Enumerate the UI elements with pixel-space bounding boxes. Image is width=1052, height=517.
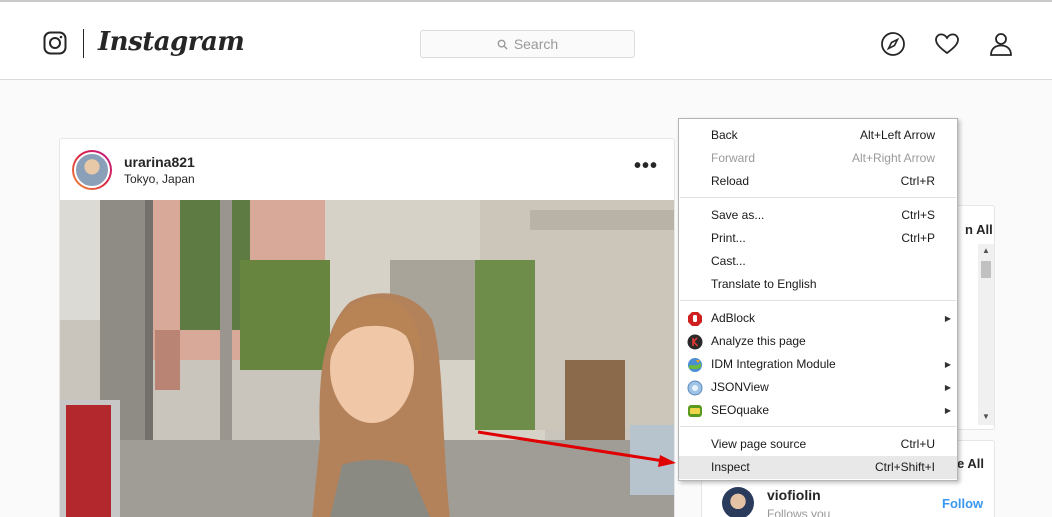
follow-button[interactable]: Follow (942, 496, 983, 511)
menu-label: View page source (711, 437, 807, 451)
menu-item-adblock[interactable]: AdBlock ▶ (679, 307, 957, 330)
browser-context-menu: Back Alt+Left Arrow Forward Alt+Right Ar… (678, 118, 958, 481)
menu-label: SEOquake (711, 403, 770, 417)
suggestions-see-all-link[interactable]: e All (957, 456, 984, 471)
k-circle-icon (687, 334, 703, 350)
scroll-down-icon[interactable]: ▼ (978, 410, 994, 424)
triangle-right-icon: ▶ (944, 360, 951, 369)
menu-label: Inspect (711, 460, 750, 474)
menu-shortcut: Ctrl+R (900, 174, 935, 188)
menu-label: Save as... (711, 208, 765, 222)
instagram-wordmark[interactable]: Instagram (98, 27, 245, 57)
logo-divider (83, 29, 84, 58)
menu-shortcut: Ctrl+Shift+I (874, 460, 935, 474)
heart-icon[interactable] (934, 31, 960, 57)
scroll-up-icon[interactable]: ▲ (978, 244, 994, 258)
menu-label: AdBlock (711, 311, 756, 325)
menu-shortcut: Ctrl+S (901, 208, 935, 222)
menu-item-cast[interactable]: Cast... (679, 250, 957, 273)
menu-label: Reload (711, 174, 750, 188)
menu-label: Back (711, 128, 738, 142)
search-placeholder: Search (513, 36, 559, 52)
menu-label: Analyze this page (711, 334, 806, 348)
top-navigation-bar: Instagram Search (0, 0, 1052, 80)
menu-label: JSONView (711, 380, 769, 394)
stop-hand-icon (688, 312, 702, 326)
idm-globe-icon (688, 358, 702, 372)
menu-label: Cast... (711, 254, 746, 268)
menu-label: Translate to English (711, 277, 817, 291)
suggestion-subtitle: Follows you (767, 507, 831, 517)
post-options-icon[interactable]: ••• (634, 156, 658, 176)
menu-item-view-source[interactable]: View page source Ctrl+U (679, 433, 957, 456)
menu-separator (680, 300, 956, 301)
post-photo[interactable] (60, 200, 675, 517)
menu-item-idm[interactable]: IDM Integration Module ▶ (679, 353, 957, 376)
triangle-right-icon: ▶ (944, 406, 951, 415)
post-header: urarina821 Tokyo, Japan ••• (60, 139, 674, 200)
menu-item-save-as[interactable]: Save as... Ctrl+S (679, 204, 957, 227)
menu-item-inspect[interactable]: Inspect Ctrl+Shift+I (679, 456, 957, 479)
stories-see-all-link[interactable]: n All (965, 222, 993, 237)
triangle-right-icon: ▶ (944, 314, 951, 323)
person-icon[interactable] (988, 31, 1014, 57)
menu-shortcut: Alt+Left Arrow (859, 128, 935, 142)
menu-label: Print... (711, 231, 746, 245)
menu-item-back[interactable]: Back Alt+Left Arrow (679, 124, 957, 147)
post-author-avatar[interactable] (72, 150, 112, 190)
menu-label: Forward (711, 151, 756, 165)
menu-label: IDM Integration Module (711, 357, 836, 371)
compass-icon[interactable] (880, 31, 906, 57)
post-location[interactable]: Tokyo, Japan (124, 172, 195, 186)
menu-item-forward[interactable]: Forward Alt+Right Arrow (679, 147, 957, 170)
menu-item-analyze[interactable]: Analyze this page (679, 330, 957, 353)
search-input[interactable]: Search (420, 30, 635, 58)
suggestion-username[interactable]: viofiolin (767, 487, 821, 503)
menu-item-translate[interactable]: Translate to English (679, 273, 957, 296)
menu-item-jsonview[interactable]: JSONView ▶ (679, 376, 957, 399)
menu-item-print[interactable]: Print... Ctrl+P (679, 227, 957, 250)
seo-badge-icon (688, 405, 702, 417)
menu-item-reload[interactable]: Reload Ctrl+R (679, 170, 957, 193)
menu-item-seoquake[interactable]: SEOquake ▶ (679, 399, 957, 422)
menu-shortcut: Ctrl+U (900, 437, 935, 451)
stories-scroll-thumb[interactable] (981, 261, 991, 278)
menu-separator (680, 426, 956, 427)
json-globe-icon (687, 380, 703, 396)
magnifier-icon (497, 39, 508, 50)
menu-separator (680, 197, 956, 198)
instagram-camera-icon[interactable] (43, 31, 67, 55)
menu-shortcut: Alt+Right Arrow (851, 151, 935, 165)
triangle-right-icon: ▶ (944, 383, 951, 392)
post-username[interactable]: urarina821 (124, 154, 195, 170)
menu-shortcut: Ctrl+P (901, 231, 935, 245)
suggestion-avatar[interactable] (722, 487, 754, 517)
feed-post: urarina821 Tokyo, Japan ••• (59, 138, 675, 517)
